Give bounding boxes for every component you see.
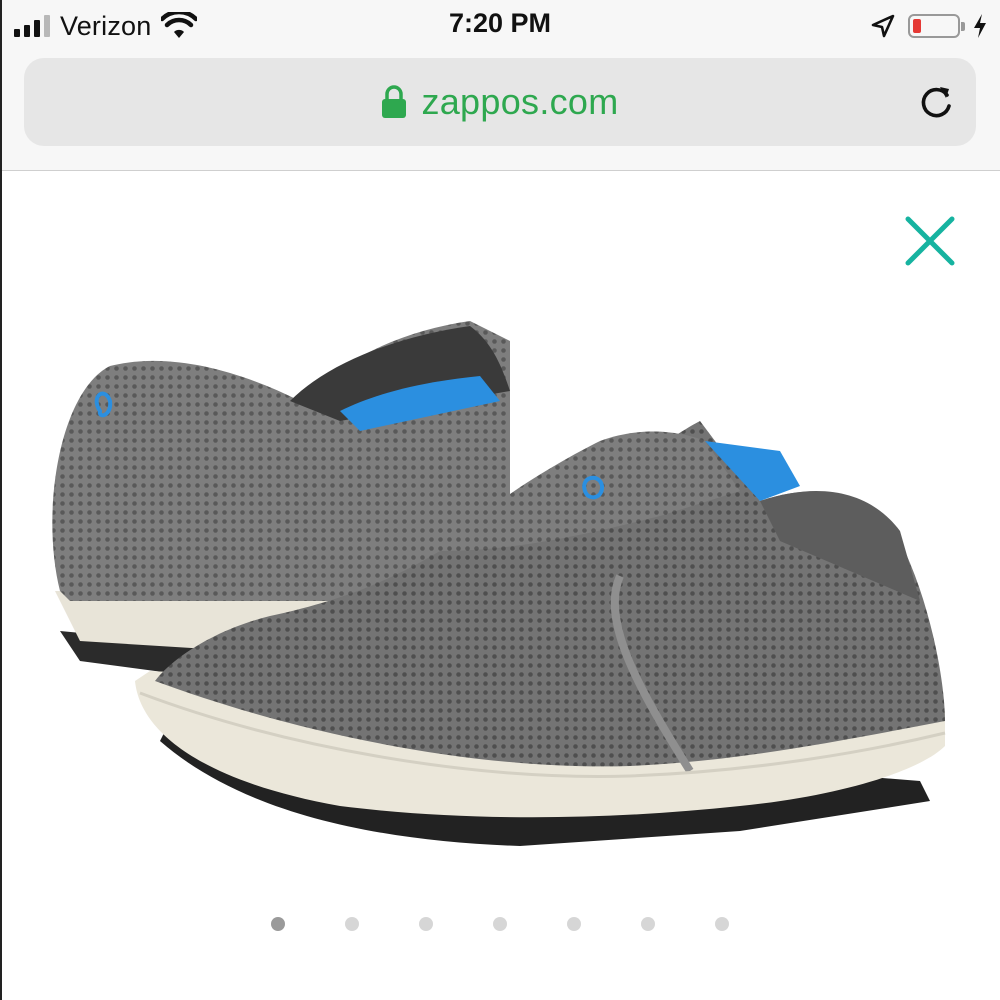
- carousel-dot[interactable]: [419, 917, 433, 931]
- status-right: [870, 8, 988, 44]
- url-display[interactable]: zappos.com: [24, 58, 976, 146]
- battery-icon: [908, 14, 965, 38]
- product-image[interactable]: [40, 301, 960, 861]
- screen-edge: [0, 0, 2, 1000]
- browser-toolbar: zappos.com: [0, 52, 1000, 171]
- lock-icon: [382, 85, 407, 118]
- address-bar[interactable]: zappos.com: [24, 58, 976, 146]
- carousel-dot[interactable]: [641, 917, 655, 931]
- product-image-viewer: [0, 171, 1000, 1000]
- image-carousel-indicator: [0, 917, 1000, 933]
- status-time: 7:20 PM: [448, 8, 552, 38]
- carousel-dot[interactable]: [567, 917, 581, 931]
- mobile-screen: Verizon 7:20 PM zappos.com: [0, 0, 1000, 1000]
- carousel-dot[interactable]: [345, 917, 359, 931]
- close-icon[interactable]: [904, 215, 956, 267]
- carousel-dot[interactable]: [493, 917, 507, 931]
- charging-bolt-icon: [974, 14, 986, 38]
- status-bar: Verizon 7:20 PM: [0, 0, 1000, 52]
- carousel-dot[interactable]: [715, 917, 729, 931]
- reload-icon[interactable]: [916, 82, 956, 122]
- carousel-dot[interactable]: [271, 917, 285, 931]
- location-arrow-icon: [871, 14, 895, 38]
- url-text: zappos.com: [421, 81, 619, 122]
